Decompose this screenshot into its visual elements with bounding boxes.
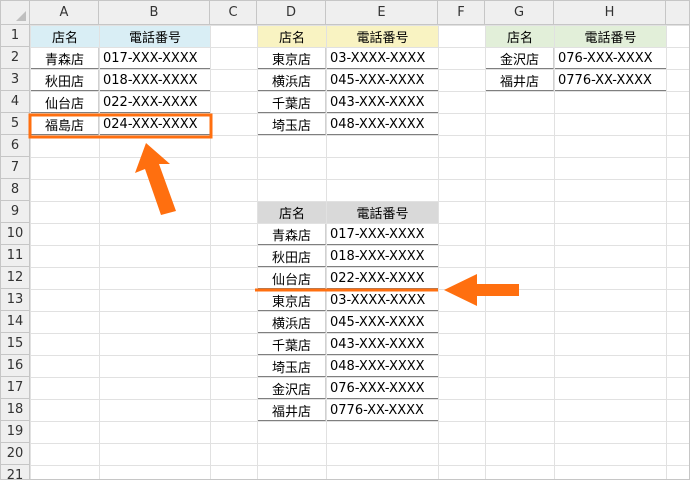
column-header-g[interactable]: G bbox=[485, 1, 554, 25]
row-header-17[interactable]: 17 bbox=[1, 377, 30, 399]
gridline-vertical bbox=[666, 1, 667, 479]
row-header-18[interactable]: 18 bbox=[1, 399, 30, 421]
table_merged-header-phone[interactable]: 電話番号 bbox=[327, 202, 438, 223]
table_merged-cell-phone[interactable]: 022-XXX-XXXX bbox=[327, 268, 438, 289]
table_a-cell-phone[interactable]: 022-XXX-XXXX bbox=[100, 92, 210, 113]
table_d-cell-phone[interactable]: 03-XXXX-XXXX bbox=[327, 48, 438, 69]
table_merged-cell-store[interactable]: 仙台店 bbox=[258, 268, 326, 289]
table_merged-cell-store[interactable]: 秋田店 bbox=[258, 246, 326, 267]
table_merged-cell-store[interactable]: 福井店 bbox=[258, 400, 326, 421]
row-header-13[interactable]: 13 bbox=[1, 289, 30, 311]
table_d-cell-store[interactable]: 埼玉店 bbox=[258, 114, 326, 135]
table_d-cell-store[interactable]: 千葉店 bbox=[258, 92, 326, 113]
select-all-icon bbox=[16, 11, 26, 21]
gridline-horizontal bbox=[1, 179, 689, 180]
table_a-cell-phone[interactable]: 024-XXX-XXXX bbox=[100, 114, 210, 135]
row-header-20[interactable]: 20 bbox=[1, 443, 30, 465]
row-header-21[interactable]: 21 bbox=[1, 465, 30, 479]
row-header-12[interactable]: 12 bbox=[1, 267, 30, 289]
gridline-vertical bbox=[438, 1, 439, 479]
table_a-cell-phone[interactable]: 018-XXX-XXXX bbox=[100, 70, 210, 91]
gridline-horizontal bbox=[1, 157, 689, 158]
row-header-9[interactable]: 9 bbox=[1, 201, 30, 223]
table_merged-cell-store[interactable]: 金沢店 bbox=[258, 378, 326, 399]
table_merged-cell-phone[interactable]: 017-XXX-XXXX bbox=[327, 224, 438, 245]
table_merged-cell-store[interactable]: 千葉店 bbox=[258, 334, 326, 355]
table_merged-cell-store[interactable]: 埼玉店 bbox=[258, 356, 326, 377]
column-header-c[interactable]: C bbox=[210, 1, 257, 25]
table_merged-cell-store[interactable]: 青森店 bbox=[258, 224, 326, 245]
row-header-5[interactable]: 5 bbox=[1, 113, 30, 135]
row-header-14[interactable]: 14 bbox=[1, 311, 30, 333]
table_merged-cell-store[interactable]: 東京店 bbox=[258, 290, 326, 311]
row-header-6[interactable]: 6 bbox=[1, 135, 30, 157]
table_merged-cell-phone[interactable]: 03-XXXX-XXXX bbox=[327, 290, 438, 311]
table_g-header-store-name[interactable]: 店名 bbox=[486, 26, 554, 47]
gridline-horizontal bbox=[1, 135, 689, 136]
row-header-2[interactable]: 2 bbox=[1, 47, 30, 69]
table_merged-cell-phone[interactable]: 0776-XX-XXXX bbox=[327, 400, 438, 421]
table_d-header-store-name[interactable]: 店名 bbox=[258, 26, 326, 47]
table_d-cell-phone[interactable]: 048-XXX-XXXX bbox=[327, 114, 438, 135]
row-header-3[interactable]: 3 bbox=[1, 69, 30, 91]
row-header-1[interactable]: 1 bbox=[1, 25, 30, 47]
row-header-10[interactable]: 10 bbox=[1, 223, 30, 245]
table_a-header-phone[interactable]: 電話番号 bbox=[100, 26, 210, 47]
gridline-horizontal bbox=[1, 443, 689, 444]
column-header-next[interactable] bbox=[666, 1, 689, 25]
table_a-header-store-name[interactable]: 店名 bbox=[31, 26, 99, 47]
table_d-cell-store[interactable]: 東京店 bbox=[258, 48, 326, 69]
table_g-cell-phone[interactable]: 0776-XX-XXXX bbox=[555, 70, 666, 91]
column-header-b[interactable]: B bbox=[99, 1, 210, 25]
row-header-11[interactable]: 11 bbox=[1, 245, 30, 267]
table_a-cell-store[interactable]: 秋田店 bbox=[31, 70, 99, 91]
row-header-7[interactable]: 7 bbox=[1, 157, 30, 179]
column-header-e[interactable]: E bbox=[326, 1, 438, 25]
spreadsheet-grid[interactable]: A B C D E F G H 1 2 3 4 5 6 7 8 9 10 11 12 13 14 15 16 17 18 19 20 2… bbox=[0, 0, 690, 480]
row-header-16[interactable]: 16 bbox=[1, 355, 30, 377]
table_merged-cell-phone[interactable]: 043-XXX-XXXX bbox=[327, 334, 438, 355]
table_d-cell-phone[interactable]: 043-XXX-XXXX bbox=[327, 92, 438, 113]
table_merged-cell-phone[interactable]: 018-XXX-XXXX bbox=[327, 246, 438, 267]
column-header-h[interactable]: H bbox=[554, 1, 666, 25]
table_g-cell-store[interactable]: 金沢店 bbox=[486, 48, 554, 69]
table_a-cell-store[interactable]: 福島店 bbox=[31, 114, 99, 135]
table_merged-cell-phone[interactable]: 048-XXX-XXXX bbox=[327, 356, 438, 377]
gridline-horizontal bbox=[1, 421, 689, 422]
row-header-8[interactable]: 8 bbox=[1, 179, 30, 201]
table_d-cell-store[interactable]: 横浜店 bbox=[258, 70, 326, 91]
table_a-cell-store[interactable]: 青森店 bbox=[31, 48, 99, 69]
table_g-cell-store[interactable]: 福井店 bbox=[486, 70, 554, 91]
arrow-left-icon bbox=[444, 274, 519, 306]
row-header-15[interactable]: 15 bbox=[1, 333, 30, 355]
table_a-cell-store[interactable]: 仙台店 bbox=[31, 92, 99, 113]
table_merged-cell-store[interactable]: 横浜店 bbox=[258, 312, 326, 333]
table_g-cell-phone[interactable]: 076-XXX-XXXX bbox=[555, 48, 666, 69]
table_a-cell-phone[interactable]: 017-XXX-XXXX bbox=[100, 48, 210, 69]
row-header-19[interactable]: 19 bbox=[1, 421, 30, 443]
select-all-corner[interactable] bbox=[1, 1, 30, 25]
column-header-f[interactable]: F bbox=[438, 1, 485, 25]
table_d-cell-phone[interactable]: 045-XXX-XXXX bbox=[327, 70, 438, 91]
gridline-horizontal bbox=[1, 465, 689, 466]
column-header-d[interactable]: D bbox=[257, 1, 326, 25]
table_merged-cell-phone[interactable]: 076-XXX-XXXX bbox=[327, 378, 438, 399]
column-header-a[interactable]: A bbox=[30, 1, 99, 25]
table_g-header-phone[interactable]: 電話番号 bbox=[555, 26, 666, 47]
table_merged-header-store-name[interactable]: 店名 bbox=[258, 202, 326, 223]
table_d-header-phone[interactable]: 電話番号 bbox=[327, 26, 438, 47]
row-header-4[interactable]: 4 bbox=[1, 91, 30, 113]
table_merged-cell-phone[interactable]: 045-XXX-XXXX bbox=[327, 312, 438, 333]
gridline-vertical bbox=[210, 1, 211, 479]
